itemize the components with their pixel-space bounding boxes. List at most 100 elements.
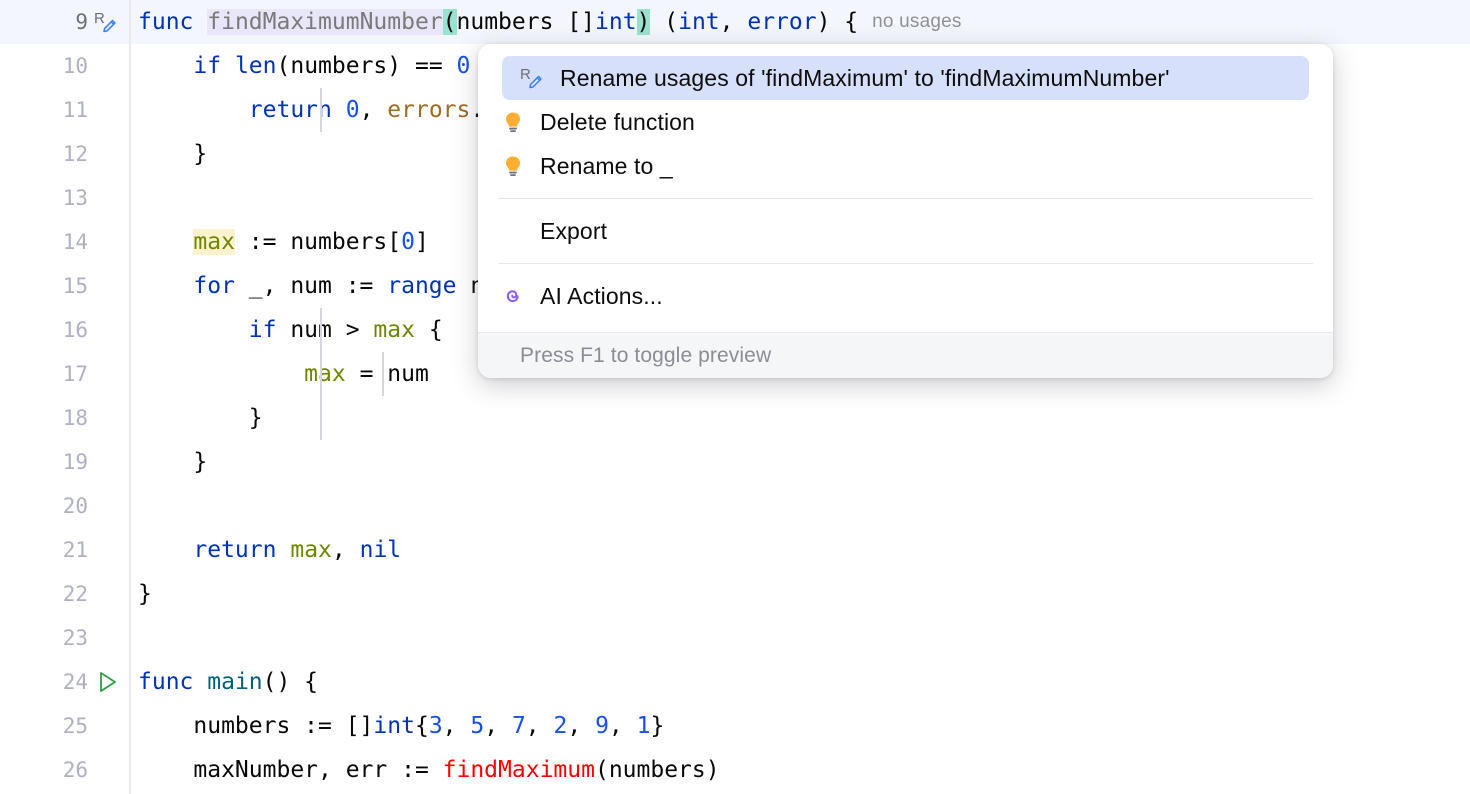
gutter-line-18[interactable]: 18 — [0, 396, 130, 440]
token-brace: () { — [263, 669, 318, 695]
gutter-line-24[interactable]: 24 — [0, 660, 130, 704]
token-range-vars: _, num := — [235, 273, 387, 299]
menu-item-rename-usages[interactable]: R Rename usages of 'findMaximum' to 'fin… — [502, 56, 1309, 100]
token-close-block: } — [138, 449, 207, 475]
token-brace-close: } — [650, 713, 664, 739]
popup-bottom-padding — [478, 318, 1333, 332]
gutter-icon-slot — [90, 445, 124, 479]
token-args: (numbers) — [595, 757, 720, 783]
gutter-line-11[interactable]: 11 — [0, 88, 130, 132]
code-line-19[interactable]: } — [130, 440, 1470, 484]
run-gutter-icon[interactable] — [90, 665, 124, 699]
gutter-icon-slot — [90, 577, 124, 611]
token-decl: numbers := [] — [138, 713, 373, 739]
line-number: 14 — [63, 230, 88, 254]
popup-footer-hint: Press F1 to toggle preview — [478, 332, 1333, 378]
menu-item-delete-function[interactable]: Delete function — [478, 100, 1333, 144]
indent-guide — [320, 308, 322, 352]
token-indent — [138, 361, 304, 387]
menu-item-label: Rename to _ — [540, 155, 673, 178]
gutter-line-13[interactable]: 13 — [0, 176, 130, 220]
menu-item-export[interactable]: Export — [478, 209, 1333, 253]
lightbulb-icon — [498, 151, 528, 181]
intention-actions-popup[interactable]: R Rename usages of 'findMaximum' to 'fin… — [478, 44, 1333, 378]
menu-item-label: Export — [540, 220, 607, 243]
token-n2: 5 — [470, 713, 484, 739]
token-space — [193, 9, 207, 35]
gutter-line-12[interactable]: 12 — [0, 132, 130, 176]
gutter-icon-slot — [90, 269, 124, 303]
gutter-line-23[interactable]: 23 — [0, 616, 130, 660]
inlay-hint-usages[interactable]: no usages — [872, 11, 961, 33]
token-brace: ) { — [817, 9, 859, 35]
gutter-line-15[interactable]: 15 — [0, 264, 130, 308]
gutter-line-14[interactable]: 14 — [0, 220, 130, 264]
gutter-line-26[interactable]: 26 — [0, 748, 130, 792]
token-n4: 2 — [554, 713, 568, 739]
token-var-max: max — [304, 361, 346, 387]
refactor-rename-icon: R — [518, 63, 548, 93]
indent-guide — [320, 88, 322, 132]
token-indent — [138, 537, 193, 563]
line-number: 12 — [63, 142, 88, 166]
gutter-line-9[interactable]: 9 R — [0, 0, 130, 44]
gutter-line-16[interactable]: 16 — [0, 308, 130, 352]
gutter-line-20[interactable]: 20 — [0, 484, 130, 528]
gutter-line-21[interactable]: 21 — [0, 528, 130, 572]
editor-line-25[interactable]: 25 numbers := []int{3, 5, 7, 2, 9, 1} — [0, 704, 1470, 748]
token-if: if — [193, 53, 221, 79]
gutter-line-17[interactable]: 17 — [0, 352, 130, 396]
token-nil: nil — [360, 537, 402, 563]
editor-line-26[interactable]: 26 maxNumber, err := findMaximum(numbers… — [0, 748, 1470, 792]
gutter-line-22[interactable]: 22 — [0, 572, 130, 616]
popup-top-padding — [478, 44, 1333, 56]
gutter-icon-slot — [90, 709, 124, 743]
line-number: 17 — [63, 362, 88, 386]
code-editor[interactable]: 9 R func findMaximumNumber(numbers []int… — [0, 0, 1470, 794]
token-indent — [138, 317, 249, 343]
token-main: main — [207, 669, 262, 695]
code-line-9[interactable]: func findMaximumNumber(numbers []int) (i… — [130, 0, 1470, 44]
token-n1: 3 — [429, 713, 443, 739]
line-number: 21 — [63, 538, 88, 562]
code-line-23[interactable] — [130, 616, 1470, 660]
token-var-max: max — [290, 537, 332, 563]
editor-line-24[interactable]: 24 func main() { — [0, 660, 1470, 704]
code-line-25[interactable]: numbers := []int{3, 5, 7, 2, 9, 1} — [130, 704, 1470, 748]
token-zero: 0 — [346, 97, 360, 123]
token-brace: { — [415, 317, 443, 343]
editor-line-21[interactable]: 21 return max, nil — [0, 528, 1470, 572]
code-line-20[interactable] — [130, 484, 1470, 528]
token-close-block: } — [138, 141, 207, 167]
token-open-paren: ( — [443, 9, 457, 35]
gutter-line-10[interactable]: 10 — [0, 44, 130, 88]
menu-item-rename-to-underscore[interactable]: Rename to _ — [478, 144, 1333, 188]
gutter-line-25[interactable]: 25 — [0, 704, 130, 748]
token-var-max: max — [373, 317, 415, 343]
refactor-rename-icon[interactable]: R — [90, 5, 124, 39]
menu-separator-2 — [498, 263, 1313, 264]
token-assign: := numbers[ — [235, 229, 401, 255]
code-line-26[interactable]: maxNumber, err := findMaximum(numbers) — [130, 748, 1470, 792]
no-icon-placeholder — [498, 216, 528, 246]
line-number: 10 — [63, 54, 88, 78]
gutter-separator — [129, 0, 131, 794]
editor-line-23[interactable]: 23 — [0, 616, 1470, 660]
code-line-22[interactable]: } — [130, 572, 1470, 616]
token-comma: , — [443, 713, 471, 739]
editor-line-22[interactable]: 22 } — [0, 572, 1470, 616]
code-line-21[interactable]: return max, nil — [130, 528, 1470, 572]
editor-line-19[interactable]: 19 } — [0, 440, 1470, 484]
editor-line-18[interactable]: 18 } — [0, 396, 1470, 440]
gutter-icon-slot — [90, 93, 124, 127]
gutter-icon-slot — [90, 225, 124, 259]
editor-line-9[interactable]: 9 R func findMaximumNumber(numbers []int… — [0, 0, 1470, 44]
gutter-icon-slot — [90, 533, 124, 567]
code-line-18[interactable]: } — [130, 396, 1470, 440]
editor-line-20[interactable]: 20 — [0, 484, 1470, 528]
menu-item-ai-actions[interactable]: AI Actions... — [478, 274, 1333, 318]
gutter-icon-slot — [90, 489, 124, 523]
gutter-line-19[interactable]: 19 — [0, 440, 130, 484]
code-line-24[interactable]: func main() { — [130, 660, 1470, 704]
gutter-icon-slot — [90, 401, 124, 435]
